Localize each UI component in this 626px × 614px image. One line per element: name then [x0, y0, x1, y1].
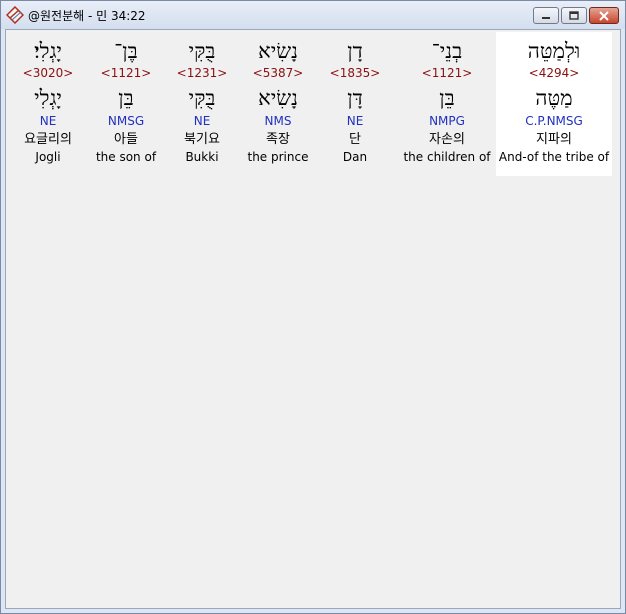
word-column[interactable]: בֶּן־ <1121> בֵּן NMSG 아들 the son of	[90, 32, 162, 176]
strong-number[interactable]: <1121>	[90, 66, 162, 80]
close-icon	[599, 10, 609, 21]
morphology-code: NE	[193, 114, 211, 128]
maximize-button[interactable]	[561, 7, 587, 24]
korean-gloss: 지파의	[536, 132, 572, 147]
word-column[interactable]: בְנֵי־ <1121> בֵּן NMPG 자손의 the children…	[400, 32, 494, 176]
verse-analysis: וּלְמַטֵּה <4294> מַטֶּה C.P.NMSG 지파의 An…	[14, 32, 614, 176]
window-title: @원전분해 - 민 34:22	[28, 8, 146, 23]
hebrew-lemma: מַטֶּה	[535, 86, 573, 110]
close-button[interactable]	[589, 7, 619, 24]
title-bar[interactable]: @원전분해 - 민 34:22	[1, 1, 625, 29]
korean-gloss: 아들	[114, 132, 138, 147]
strong-number[interactable]: <5387>	[242, 66, 314, 80]
hebrew-lemma: יָגְלִי	[34, 86, 62, 110]
english-gloss: And-of the tribe of	[498, 150, 610, 164]
minimize-button[interactable]	[533, 7, 559, 24]
window-controls	[533, 7, 619, 24]
english-gloss: the prince	[247, 150, 309, 164]
strong-number[interactable]: <1231>	[170, 66, 234, 80]
korean-gloss: 단	[349, 132, 361, 147]
hebrew-word: נָשִׂיא	[258, 39, 298, 63]
morphology-code: C.P.NMSG	[525, 114, 583, 128]
english-gloss: Jogli	[35, 150, 61, 164]
word-column[interactable]: נָשִׂיא <5387> נָשִׂיא NMS 족장 the prince	[242, 32, 314, 176]
app-logo-icon	[5, 5, 25, 25]
korean-gloss: 요글리의	[24, 132, 72, 147]
hebrew-lemma: בֻּקִּי	[188, 86, 216, 110]
morphology-code: NMPG	[429, 114, 465, 128]
english-gloss: Dan	[342, 150, 368, 164]
morphology-code: NE	[39, 114, 57, 128]
korean-gloss: 북기요	[184, 132, 220, 147]
maximize-icon	[569, 11, 579, 20]
strong-number[interactable]: <3020>	[14, 66, 82, 80]
hebrew-word: יָגְלִי׃	[34, 39, 62, 63]
strong-number[interactable]: <4294>	[496, 66, 612, 80]
app-window: @원전분해 - 민 34:22 וּלְמַטֵּה <4294> מַטֶּה…	[0, 0, 626, 614]
minimize-icon	[542, 16, 550, 19]
english-gloss: the son of	[95, 150, 157, 164]
morphology-code: NE	[346, 114, 364, 128]
hebrew-word: בֻּקִּי	[188, 39, 216, 63]
hebrew-word: וּלְמַטֵּה	[527, 39, 581, 63]
word-column[interactable]: וּלְמַטֵּה <4294> מַטֶּה C.P.NMSG 지파의 An…	[496, 32, 612, 176]
word-column[interactable]: דָן <1835> דָּן NE 단 Dan	[322, 32, 388, 176]
hebrew-lemma: בֵּן	[118, 86, 134, 110]
strong-number[interactable]: <1835>	[322, 66, 388, 80]
word-column[interactable]: יָגְלִי׃ <3020> יָגְלִי NE 요글리의 Jogli	[14, 32, 82, 176]
hebrew-word: דָן	[347, 39, 363, 63]
morphology-code: NMSG	[107, 114, 145, 128]
korean-gloss: 자손의	[429, 132, 465, 147]
strong-number[interactable]: <1121>	[400, 66, 494, 80]
hebrew-lemma: בֵּן	[439, 86, 455, 110]
english-gloss: the children of	[403, 150, 491, 164]
korean-gloss: 족장	[266, 132, 290, 147]
hebrew-lemma: דָּן	[347, 86, 363, 110]
english-gloss: Bukki	[185, 150, 219, 164]
hebrew-word: בְנֵי־	[431, 39, 463, 63]
hebrew-word: בֶּן־	[114, 39, 138, 63]
analysis-pane[interactable]: וּלְמַטֵּה <4294> מַטֶּה C.P.NMSG 지파의 An…	[5, 29, 621, 609]
hebrew-lemma: נָשִׂיא	[258, 86, 298, 110]
morphology-code: NMS	[264, 114, 292, 128]
word-column[interactable]: בֻּקִּי <1231> בֻּקִּי NE 북기요 Bukki	[170, 32, 234, 176]
